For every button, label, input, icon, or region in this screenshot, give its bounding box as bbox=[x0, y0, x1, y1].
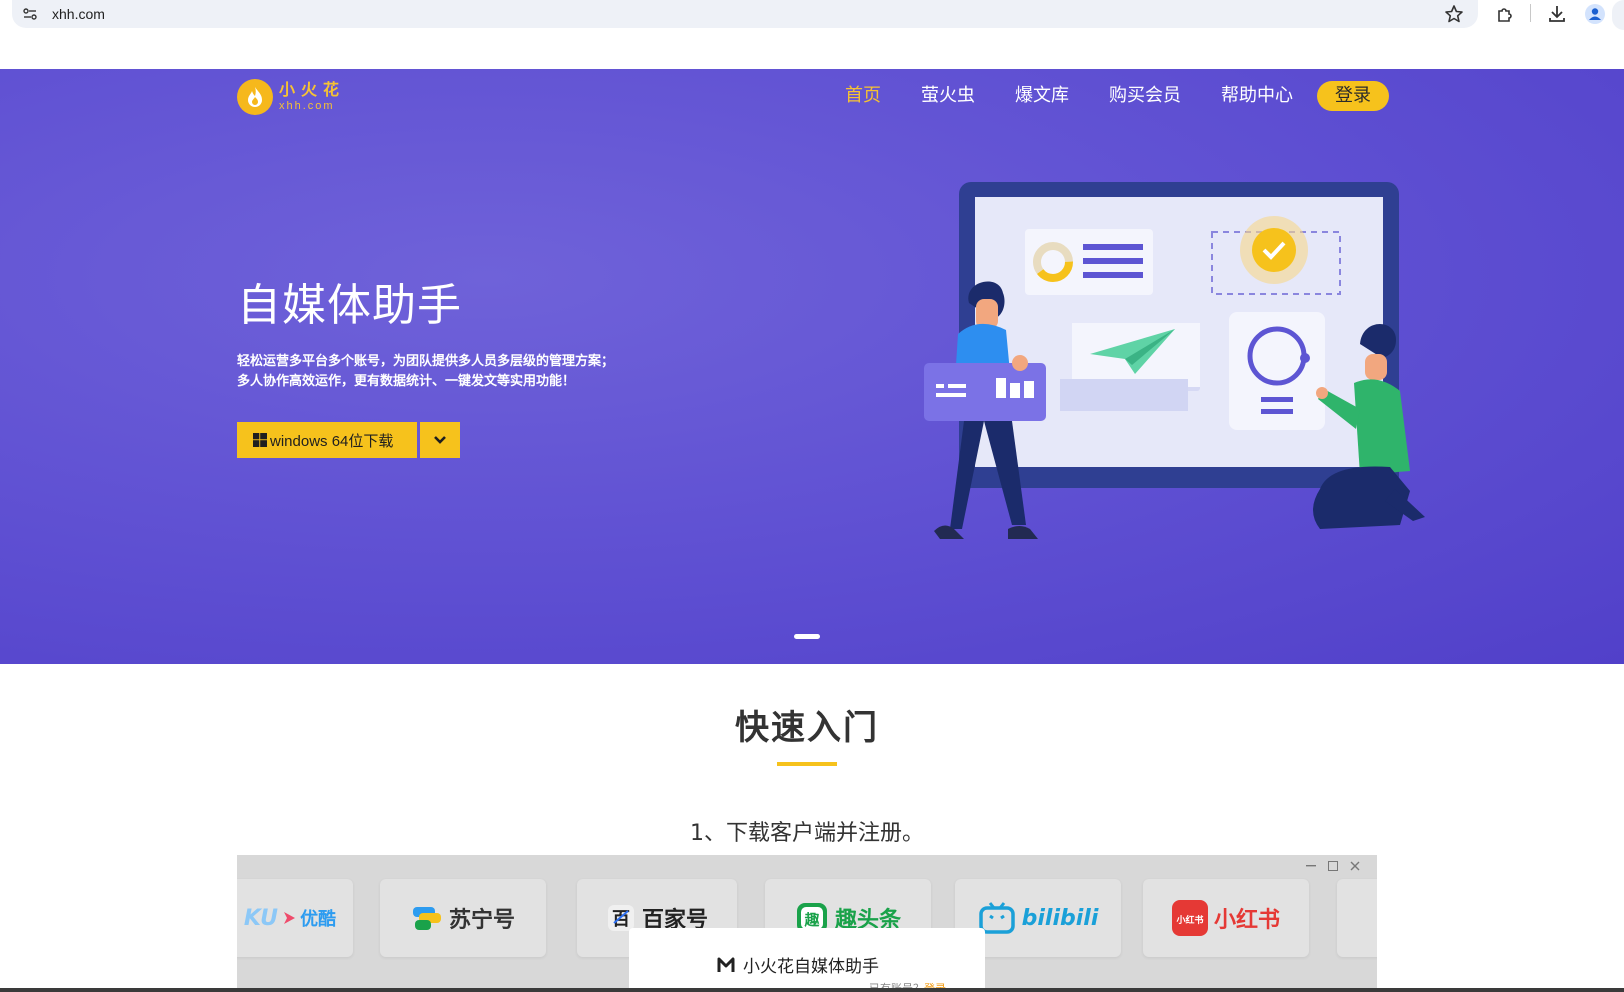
browser-toolbar: xhh.com bbox=[0, 0, 1624, 36]
download-label: windows 64位下载 bbox=[270, 432, 394, 450]
download-icon[interactable] bbox=[1546, 3, 1568, 25]
extensions-icon[interactable] bbox=[1494, 3, 1516, 25]
youku-label: 优酷 bbox=[300, 909, 337, 930]
url-text[interactable]: xhh.com bbox=[52, 6, 105, 22]
main-nav: 首页 萤火虫 爆文库 购买会员 帮助中心 登录 bbox=[805, 81, 1389, 111]
xiaohongshu-label: 小红书 bbox=[1213, 908, 1280, 933]
title-underline bbox=[777, 762, 837, 766]
register-dialog: 小火花自媒体助手 已有账号？登录 bbox=[629, 928, 985, 992]
nav-item-help-center[interactable]: 帮助中心 bbox=[1221, 81, 1293, 111]
nav-item-buy-membership[interactable]: 购买会员 bbox=[1109, 81, 1181, 111]
platform-card-youku: KU 优酷 bbox=[237, 879, 353, 957]
platform-card-xiaohongshu: 小红书 小红书 bbox=[1143, 879, 1309, 957]
hero-desc-line-2: 多人协作高效运作，更有数据统计、一键发文等实用功能！ bbox=[237, 374, 576, 389]
toolbar-separator bbox=[1530, 4, 1531, 22]
logo-name-cn: 小火花 bbox=[279, 80, 346, 99]
svg-text:小红书: 小红书 bbox=[1175, 914, 1203, 926]
quickstart-title: 快速入门 bbox=[735, 708, 879, 748]
hero-title: 自媒体助手 bbox=[237, 280, 462, 331]
bilibili-label: bilibili bbox=[1021, 905, 1099, 931]
carousel-indicator[interactable] bbox=[794, 634, 820, 639]
site-logo[interactable]: 小火花 xhh.com bbox=[237, 79, 345, 115]
dialog-title-text: 小火花自媒体助手 bbox=[743, 957, 879, 977]
hero-illustration bbox=[924, 182, 1425, 539]
nav-item-firefly[interactable]: 萤火虫 bbox=[921, 81, 975, 111]
platform-card-partial bbox=[1337, 879, 1377, 957]
download-options-button[interactable] bbox=[420, 422, 460, 458]
windows-download-button[interactable]: windows 64位下载 bbox=[237, 422, 417, 458]
client-preview-screenshot: KU 优酷 苏宁号 百 百家号 趣 趣头条 bilibili 小红书 小红书 小 bbox=[237, 855, 1377, 992]
maximize-icon bbox=[1325, 859, 1341, 873]
youku-prefix: KU bbox=[243, 905, 279, 931]
bookmark-star-icon[interactable] bbox=[1444, 4, 1464, 24]
suning-logo-icon bbox=[412, 907, 441, 930]
chevron-down-icon bbox=[434, 436, 446, 444]
hero-description: 轻松运营多平台多个账号，为团队提供多人员多层级的管理方案； 多人协作高效运作，更… bbox=[237, 352, 614, 392]
bottom-edge bbox=[0, 988, 1624, 992]
close-icon bbox=[1347, 859, 1363, 873]
menu-edge[interactable] bbox=[1612, 0, 1624, 30]
nav-item-viral-library[interactable]: 爆文库 bbox=[1015, 81, 1069, 111]
hero-banner: 小火花 xhh.com 首页 萤火虫 爆文库 购买会员 帮助中心 登录 自媒体助… bbox=[0, 69, 1624, 664]
address-bar[interactable]: xhh.com bbox=[12, 0, 1478, 28]
app-m-logo-icon bbox=[717, 957, 735, 972]
profile-avatar-icon[interactable] bbox=[1584, 3, 1606, 25]
login-button[interactable]: 登录 bbox=[1317, 81, 1389, 111]
site-info-icon[interactable] bbox=[22, 6, 38, 22]
youku-arrow-icon bbox=[284, 912, 296, 924]
dialog-title: 小火花自媒体助手 bbox=[717, 952, 879, 977]
platform-card-suning: 苏宁号 bbox=[380, 879, 546, 957]
suning-label: 苏宁号 bbox=[448, 908, 515, 933]
hero-desc-line-1: 轻松运营多平台多个账号，为团队提供多人员多层级的管理方案； bbox=[237, 354, 615, 369]
xiaohongshu-logo-icon: 小红书 bbox=[1171, 900, 1208, 936]
nav-item-home[interactable]: 首页 bbox=[845, 81, 881, 111]
logo-name-en: xhh.com bbox=[279, 100, 335, 112]
flame-logo-icon bbox=[237, 79, 273, 115]
window-controls bbox=[1297, 859, 1363, 873]
minimize-icon bbox=[1303, 859, 1319, 873]
windows-icon bbox=[253, 433, 267, 447]
quickstart-step-1: 1、下载客户端并注册。 bbox=[690, 821, 924, 846]
svg-text:趣: 趣 bbox=[803, 911, 820, 929]
